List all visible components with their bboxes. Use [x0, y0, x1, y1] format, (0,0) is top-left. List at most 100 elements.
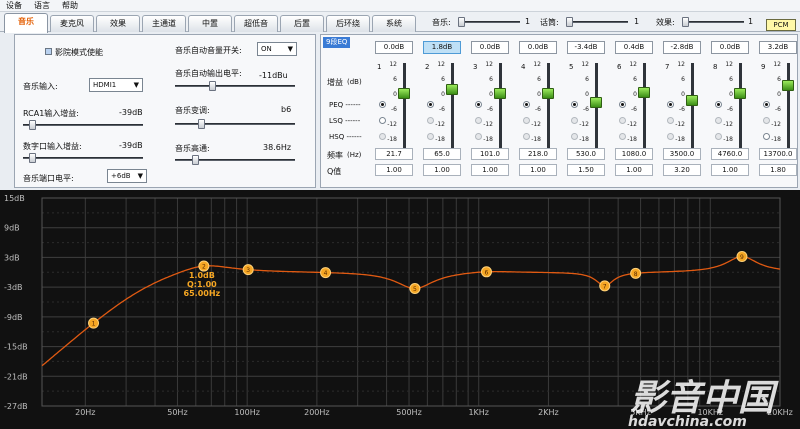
radio-lsq[interactable] — [667, 117, 674, 124]
band-q-value[interactable]: 1.00 — [711, 164, 749, 176]
band-gain-slider[interactable] — [691, 63, 694, 153]
highpass-slider[interactable] — [175, 155, 295, 165]
band-gain-slider[interactable] — [643, 63, 646, 153]
effect-volume-slider[interactable] — [682, 17, 744, 27]
menu-language[interactable]: 语言 — [34, 0, 50, 11]
radio-hsq[interactable] — [619, 133, 626, 140]
band-freq-value[interactable]: 65.0 — [423, 148, 461, 160]
port-level-select[interactable]: +6dB ▼ — [107, 169, 147, 183]
auto-volume-select[interactable]: ON ▼ — [257, 42, 297, 56]
band-q-value[interactable]: 1.00 — [519, 164, 557, 176]
band-gain-box[interactable]: 0.0dB — [471, 41, 509, 54]
band-gain-slider[interactable] — [403, 63, 406, 153]
band-gain-box[interactable]: -3.4dB — [567, 41, 605, 54]
radio-peq[interactable] — [379, 101, 386, 108]
band-freq-value[interactable]: 1080.0 — [615, 148, 653, 160]
band-gain-slider[interactable] — [499, 63, 502, 153]
highpass-thumb[interactable] — [192, 155, 199, 165]
band-q-value[interactable]: 1.00 — [615, 164, 653, 176]
music-input-select[interactable]: HDMI1 ▼ — [89, 78, 143, 92]
band-gain-box[interactable]: 0.4dB — [615, 41, 653, 54]
band-gain-thumb[interactable] — [446, 84, 458, 95]
band-freq-value[interactable]: 13700.0 — [759, 148, 797, 160]
band-gain-slider[interactable] — [787, 63, 790, 153]
digital-gain-slider[interactable] — [23, 153, 143, 163]
band-q-value[interactable]: 1.00 — [423, 164, 461, 176]
band-gain-thumb[interactable] — [638, 87, 650, 98]
digital-gain-thumb[interactable] — [29, 153, 36, 163]
radio-hsq[interactable] — [523, 133, 530, 140]
tab-center[interactable]: 中置 — [188, 15, 232, 32]
band-gain-thumb[interactable] — [542, 88, 554, 99]
radio-peq[interactable] — [715, 101, 722, 108]
menu-help[interactable]: 帮助 — [62, 0, 78, 11]
band-gain-box[interactable]: 3.2dB — [759, 41, 797, 54]
radio-peq[interactable] — [427, 101, 434, 108]
band-gain-thumb[interactable] — [494, 88, 506, 99]
band-q-value[interactable]: 1.00 — [375, 164, 413, 176]
radio-hsq[interactable] — [379, 133, 386, 140]
band-gain-thumb[interactable] — [782, 80, 794, 91]
band-gain-box[interactable]: 0.0dB — [375, 41, 413, 54]
radio-lsq[interactable] — [619, 117, 626, 124]
radio-peq[interactable] — [475, 101, 482, 108]
band-gain-slider[interactable] — [595, 63, 598, 153]
rca-gain-slider[interactable] — [23, 120, 143, 130]
radio-lsq[interactable] — [571, 117, 578, 124]
band-gain-thumb[interactable] — [590, 97, 602, 108]
band-q-value[interactable]: 1.80 — [759, 164, 797, 176]
radio-lsq[interactable] — [379, 117, 386, 124]
band-freq-value[interactable]: 218.0 — [519, 148, 557, 160]
band-gain-slider[interactable] — [739, 63, 742, 153]
band-gain-thumb[interactable] — [686, 95, 698, 106]
music-volume-slider[interactable] — [458, 17, 520, 27]
radio-hsq[interactable] — [715, 133, 722, 140]
radio-hsq[interactable] — [667, 133, 674, 140]
tab-system[interactable]: 系统 — [372, 15, 416, 32]
radio-peq[interactable] — [667, 101, 674, 108]
band-freq-value[interactable]: 101.0 — [471, 148, 509, 160]
band-gain-slider[interactable] — [451, 63, 454, 153]
band-gain-thumb[interactable] — [398, 88, 410, 99]
radio-peq[interactable] — [571, 101, 578, 108]
radio-hsq[interactable] — [427, 133, 434, 140]
menu-device[interactable]: 设备 — [6, 0, 22, 11]
rca-gain-thumb[interactable] — [29, 120, 36, 130]
band-q-value[interactable]: 1.00 — [471, 164, 509, 176]
band-gain-box[interactable]: 1.8dB — [423, 41, 461, 54]
radio-lsq[interactable] — [475, 117, 482, 124]
band-freq-value[interactable]: 4760.0 — [711, 148, 749, 160]
response-plot[interactable]: 15dB 9dB 3dB -3dB -9dB -15dB -21dB -27dB 20Hz 50H… — [0, 190, 800, 429]
pitch-thumb[interactable] — [198, 119, 205, 129]
radio-hsq[interactable] — [475, 133, 482, 140]
radio-lsq[interactable] — [427, 117, 434, 124]
tab-microphone[interactable]: 麦克风 — [50, 15, 94, 32]
radio-hsq[interactable] — [571, 133, 578, 140]
tab-main-channel[interactable]: 主通道 — [142, 15, 186, 32]
cinema-mode-checkbox[interactable] — [45, 48, 52, 55]
tab-music[interactable]: 音乐 — [4, 13, 48, 33]
radio-lsq[interactable] — [715, 117, 722, 124]
radio-peq[interactable] — [523, 101, 530, 108]
band-q-value[interactable]: 1.50 — [567, 164, 605, 176]
mic-volume-slider[interactable] — [566, 17, 628, 27]
radio-hsq[interactable] — [763, 133, 770, 140]
radio-peq[interactable] — [619, 101, 626, 108]
band-gain-box[interactable]: 0.0dB — [519, 41, 557, 54]
band-gain-box[interactable]: -2.8dB — [663, 41, 701, 54]
tab-effects[interactable]: 效果 — [96, 15, 140, 32]
band-gain-thumb[interactable] — [734, 88, 746, 99]
frequency-response-graph[interactable]: 15dB 9dB 3dB -3dB -9dB -15dB -21dB -27dB 20Hz 50H… — [0, 190, 800, 429]
band-freq-value[interactable]: 530.0 — [567, 148, 605, 160]
radio-peq[interactable] — [763, 101, 770, 108]
tab-subwoofer[interactable]: 超低音 — [234, 15, 278, 32]
auto-output-slider[interactable] — [175, 81, 295, 91]
auto-output-thumb[interactable] — [209, 81, 216, 91]
tab-rear[interactable]: 后置 — [280, 15, 324, 32]
band-gain-box[interactable]: 0.0dB — [711, 41, 749, 54]
band-q-value[interactable]: 3.20 — [663, 164, 701, 176]
band-gain-slider[interactable] — [547, 63, 550, 153]
radio-lsq[interactable] — [523, 117, 530, 124]
band-freq-value[interactable]: 21.7 — [375, 148, 413, 160]
tab-rear-surround[interactable]: 后环绕 — [326, 15, 370, 32]
